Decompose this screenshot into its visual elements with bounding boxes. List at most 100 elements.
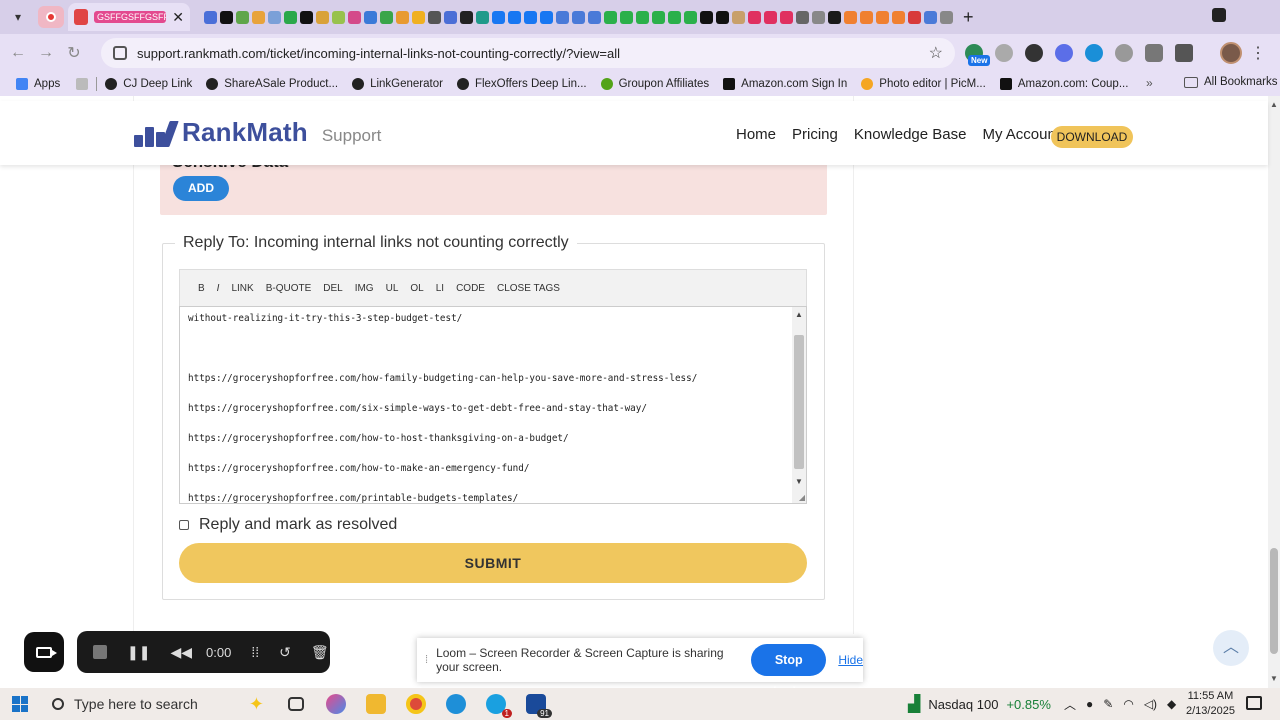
pinned-tab-icon[interactable]	[220, 10, 233, 24]
pinned-tab-icon[interactable]	[748, 10, 761, 24]
pen-icon[interactable]: ✎	[1103, 697, 1113, 711]
pinned-tab-icon[interactable]	[924, 10, 937, 24]
resolve-label[interactable]: Reply and mark as resolved	[199, 516, 397, 534]
rankmath-logo[interactable]: RankMath Support	[134, 117, 381, 148]
submit-button[interactable]: SUBMIT	[179, 543, 807, 583]
img-button[interactable]: IMG	[349, 283, 380, 294]
pinned-tab-icon[interactable]	[380, 10, 393, 24]
pinned-tab-icon[interactable]	[700, 10, 713, 24]
nav-my-account[interactable]: My Account	[982, 126, 1060, 143]
li-button[interactable]: LI	[430, 283, 450, 294]
trash-icon[interactable]: 🗑	[311, 644, 329, 661]
task-view-icon[interactable]	[276, 688, 316, 720]
scroll-down-icon[interactable]: ▼	[1270, 674, 1278, 683]
bookmark-star-icon[interactable]: ☆	[929, 43, 943, 63]
active-tab[interactable]: GSFFGSFFGSFFGSFFGSFF ✕	[68, 3, 190, 31]
pinned-tab-icon[interactable]	[492, 10, 505, 24]
download-button[interactable]: DOWNLOAD	[1051, 126, 1133, 148]
pinned-tab-icon[interactable]	[300, 10, 313, 24]
address-bar[interactable]: support.rankmath.com/ticket/incoming-int…	[101, 38, 955, 68]
pinned-tab-icon[interactable]	[284, 10, 297, 24]
clock[interactable]: 11:55 AM 2/13/2025	[1186, 689, 1235, 719]
page-scrollbar[interactable]: ▲ ▼	[1268, 96, 1280, 688]
bookmark-amazon-signin[interactable]: Amazon.com Sign In	[723, 78, 847, 90]
pinned-tab-icon[interactable]	[572, 10, 585, 24]
copilot-icon[interactable]	[316, 688, 356, 720]
hide-link[interactable]: Hide	[838, 653, 863, 667]
pinned-tab-icon[interactable]	[204, 10, 217, 24]
pinned-tab-icon[interactable]	[476, 10, 489, 24]
pinned-tab-icon[interactable]	[236, 10, 249, 24]
pinned-tab-icon[interactable]	[396, 10, 409, 24]
pinned-tab-icon[interactable]	[604, 10, 617, 24]
pinned-tab-icon[interactable]	[412, 10, 425, 24]
start-button[interactable]	[0, 696, 40, 712]
pinned-tab-icon[interactable]	[716, 10, 729, 24]
taskbar-search[interactable]: Type here to search ✦	[40, 688, 276, 720]
media-icon[interactable]	[1175, 44, 1193, 62]
blockquote-button[interactable]: B-QUOTE	[260, 283, 318, 294]
notification-center-icon[interactable]	[1246, 696, 1262, 710]
edge-icon[interactable]	[436, 688, 476, 720]
all-bookmarks[interactable]: All Bookmarks	[1184, 76, 1278, 88]
bookmark-cj-deep-link[interactable]: CJ Deep Link	[105, 78, 192, 90]
pinned-tab-icon[interactable]	[460, 10, 473, 24]
bookmark-linkgenerator[interactable]: LinkGenerator	[352, 78, 443, 90]
scroll-up-icon[interactable]: ▲	[1270, 100, 1278, 109]
resolve-checkbox[interactable]	[179, 520, 189, 530]
add-button[interactable]: ADD	[173, 176, 229, 201]
pinned-tab-icon[interactable]	[828, 10, 841, 24]
pinned-tab-icon[interactable]	[684, 10, 697, 24]
stop-sharing-button[interactable]: Stop sharing	[751, 644, 827, 699]
pinned-tab-icon[interactable]	[652, 10, 665, 24]
chevron-more-icon[interactable]: »	[1146, 76, 1153, 90]
pinned-tab-icon[interactable]	[268, 10, 281, 24]
window-control-icon[interactable]	[1212, 8, 1226, 22]
pinned-tab-icon[interactable]	[620, 10, 633, 24]
resize-handle-icon[interactable]: ◢	[799, 493, 805, 502]
bookmark-flexoffers[interactable]: FlexOffers Deep Lin...	[456, 78, 587, 90]
pinned-tab-icon[interactable]	[908, 10, 921, 24]
skype-icon[interactable]: 1	[476, 688, 516, 720]
pinned-tab-icon[interactable]	[364, 10, 377, 24]
pinned-tab-icon[interactable]	[844, 10, 857, 24]
scroll-down-icon[interactable]: ▼	[795, 477, 803, 486]
camera-button[interactable]	[24, 632, 64, 672]
pinned-tab-icon[interactable]	[764, 10, 777, 24]
pinned-tab-icon[interactable]	[556, 10, 569, 24]
drag-handle-icon[interactable]: ⁞	[425, 654, 428, 666]
bookmark-apps[interactable]: Apps	[16, 78, 60, 90]
link-button[interactable]: LINK	[225, 283, 259, 294]
bookmark-photo-editor[interactable]: Photo editor | PicM...	[861, 78, 986, 90]
url-text[interactable]: support.rankmath.com/ticket/incoming-int…	[137, 46, 620, 61]
reload-icon[interactable]: ↻	[60, 43, 88, 63]
ul-button[interactable]: UL	[380, 283, 405, 294]
pen-icon[interactable]	[995, 44, 1013, 62]
scroll-up-icon[interactable]: ▲	[795, 310, 803, 319]
wifi-icon[interactable]: ◠	[1123, 697, 1133, 711]
pinned-tab-icon[interactable]	[860, 10, 873, 24]
nav-knowledge-base[interactable]: Knowledge Base	[854, 126, 967, 143]
bookmark-groupon[interactable]: Groupon Affiliates	[600, 78, 709, 90]
pinned-tab-icon[interactable]	[540, 10, 553, 24]
grid-icon[interactable]	[76, 78, 89, 90]
bookmark-shareasale[interactable]: ShareASale Product...	[206, 78, 338, 90]
pause-icon[interactable]: ❚❚	[127, 644, 150, 661]
reply-textarea[interactable]: without-realizing-it-try-this-3-step-bud…	[179, 306, 807, 504]
chrome-icon[interactable]	[396, 688, 436, 720]
nav-home[interactable]: Home	[736, 126, 776, 143]
extension-u-icon[interactable]	[1115, 44, 1133, 62]
file-explorer-icon[interactable]	[356, 688, 396, 720]
pinned-tab-icon[interactable]	[524, 10, 537, 24]
bold-button[interactable]: B	[192, 283, 211, 294]
pinned-tab-icon[interactable]	[876, 10, 889, 24]
recording-tab[interactable]	[38, 6, 64, 28]
microphone-icon[interactable]: ●	[1086, 697, 1093, 711]
pinned-tab-icon[interactable]	[348, 10, 361, 24]
new-tab-button[interactable]: +	[963, 7, 974, 28]
stop-recording-icon[interactable]	[93, 645, 107, 659]
tab-search-button[interactable]: ▾	[4, 3, 32, 31]
rewind-icon[interactable]: ◀◀	[170, 644, 192, 661]
back-icon[interactable]: ←	[4, 44, 32, 62]
app-icon[interactable]: 91	[516, 688, 556, 720]
